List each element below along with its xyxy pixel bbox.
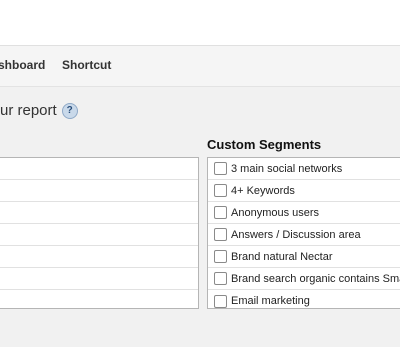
custom-segments-title: Custom Segments	[207, 137, 322, 152]
segment-item-3-main-social-networks[interactable]: 3 main social networks	[208, 158, 400, 180]
segment-item-email-marketing[interactable]: Email marketing	[208, 290, 400, 308]
segment-checkbox[interactable]	[214, 228, 227, 241]
segment-item-anonymous-users[interactable]: Anonymous users	[208, 202, 400, 224]
segment-label: 3 main social networks	[231, 162, 343, 175]
segment-label: Email marketing	[231, 295, 310, 307]
default-segments-list[interactable]	[0, 157, 199, 309]
help-icon[interactable]: ?	[61, 102, 78, 119]
list-item[interactable]	[0, 290, 198, 308]
segment-item-4-plus-keywords[interactable]: 4+ Keywords	[208, 180, 400, 202]
segment-label: Brand search organic contains Sma	[231, 272, 400, 285]
list-item[interactable]	[0, 268, 198, 290]
segment-item-answers-discussion-area[interactable]: Answers / Discussion area	[208, 224, 400, 246]
list-item[interactable]	[0, 202, 198, 224]
list-item[interactable]	[0, 158, 198, 180]
report-heading: ur report ?	[0, 102, 78, 119]
segment-checkbox[interactable]	[214, 272, 227, 285]
list-item[interactable]	[0, 180, 198, 202]
top-bar	[0, 0, 400, 45]
tab-shortcut[interactable]: Shortcut	[62, 58, 111, 72]
segment-checkbox[interactable]	[214, 162, 227, 175]
report-content: ur report ? Custom Segments 3 main socia…	[0, 87, 400, 347]
segment-label: Anonymous users	[231, 206, 320, 219]
custom-segments-list: 3 main social networks 4+ Keywords Anony…	[207, 157, 400, 309]
tab-dashboard[interactable]: shboard	[0, 58, 45, 72]
segment-checkbox[interactable]	[214, 184, 227, 197]
tab-bar: shboard Shortcut	[0, 45, 400, 87]
list-item[interactable]	[0, 246, 198, 268]
list-item[interactable]	[0, 224, 198, 246]
report-heading-text: ur report	[0, 102, 57, 119]
segment-label: Brand natural Nectar	[231, 250, 333, 263]
segment-checkbox[interactable]	[214, 294, 227, 308]
segment-checkbox[interactable]	[214, 250, 227, 263]
segment-label: Answers / Discussion area	[231, 228, 361, 241]
segment-checkbox[interactable]	[214, 206, 227, 219]
segment-label: 4+ Keywords	[231, 184, 295, 197]
segment-item-brand-search-organic[interactable]: Brand search organic contains Sma	[208, 268, 400, 290]
segment-item-brand-natural-nectar[interactable]: Brand natural Nectar	[208, 246, 400, 268]
